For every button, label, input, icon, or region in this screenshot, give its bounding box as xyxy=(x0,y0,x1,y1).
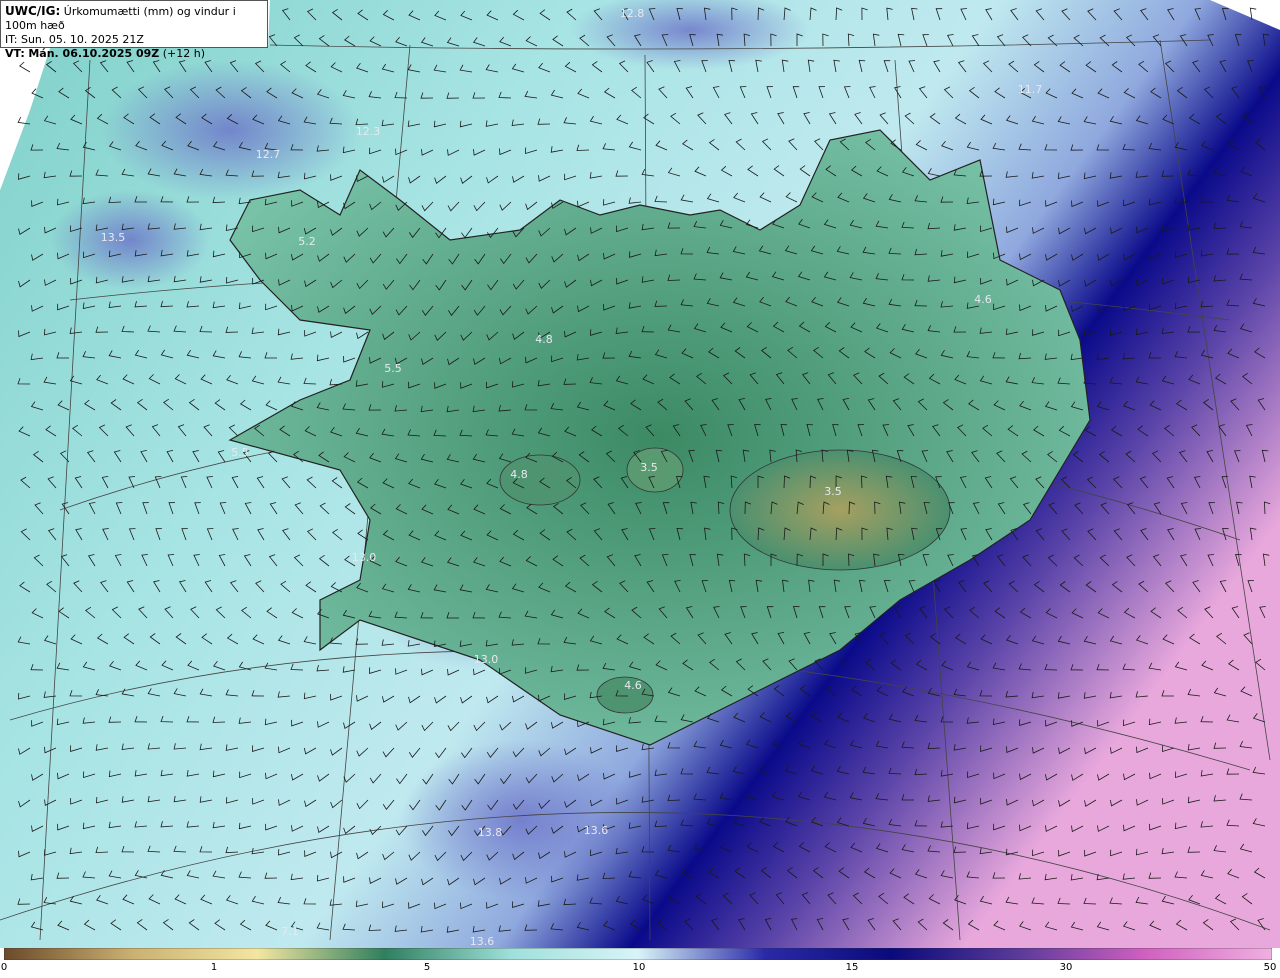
weather-map[interactable]: 12.8 11.7 12.3 12.7 13.5 5.2 4.6 4.8 5.5 5.5 4.8 3.… xyxy=(0,0,1280,948)
colorbar xyxy=(4,948,1272,960)
value-label: 13.5 xyxy=(101,231,126,244)
value-label: 5.5 xyxy=(231,446,249,459)
value-label: 4.6 xyxy=(624,679,642,692)
value-label: 12.3 xyxy=(356,125,381,138)
moist-patch xyxy=(50,190,210,290)
colorbar-tick: 5 xyxy=(423,962,431,973)
value-label: 4.6 xyxy=(974,293,992,306)
lead-time: (+12 h) xyxy=(162,47,206,60)
colorbar-tick: 0 xyxy=(0,962,8,973)
value-label: 11.7 xyxy=(1018,83,1043,96)
init-time-label: IT: xyxy=(5,33,18,46)
valid-time-label: VT: xyxy=(5,47,25,60)
value-label: 13.6 xyxy=(584,824,609,837)
value-label: 13.0 xyxy=(474,653,499,666)
colorbar-tick: 10 xyxy=(632,962,646,973)
header-panel: UWC/IG: Úrkomumætti (mm) og vindur i 100… xyxy=(0,0,268,60)
value-label: 3.5 xyxy=(824,485,842,498)
value-label: 5.2 xyxy=(298,235,316,248)
product-name: UWC/IG: xyxy=(5,4,61,18)
value-label: 12.8 xyxy=(620,7,645,20)
colorbar-tick: 1 xyxy=(210,962,218,973)
value-label: 13.8 xyxy=(478,826,503,839)
value-label: 3.5 xyxy=(640,461,658,474)
moist-patch xyxy=(100,60,360,200)
init-time: Sun. 05. 10. 2025 21Z xyxy=(20,33,144,46)
value-label: 13.6 xyxy=(470,935,495,948)
colorbar-tick: 50 xyxy=(1263,962,1277,973)
value-label: 4.8 xyxy=(510,468,528,481)
value-label: 7.1 xyxy=(281,925,299,938)
value-label: 12.7 xyxy=(256,148,281,161)
colorbar-labels: 0 1 5 10 15 30 50 xyxy=(0,962,1280,978)
value-label: 13.0 xyxy=(352,551,377,564)
value-label: 5.5 xyxy=(384,362,402,375)
value-label: 4.8 xyxy=(535,333,553,346)
glacier-area xyxy=(729,449,951,571)
valid-time: Mán. 06.10.2025 09Z xyxy=(28,47,160,60)
colorbar-tick: 15 xyxy=(845,962,859,973)
colorbar-tick: 30 xyxy=(1059,962,1073,973)
